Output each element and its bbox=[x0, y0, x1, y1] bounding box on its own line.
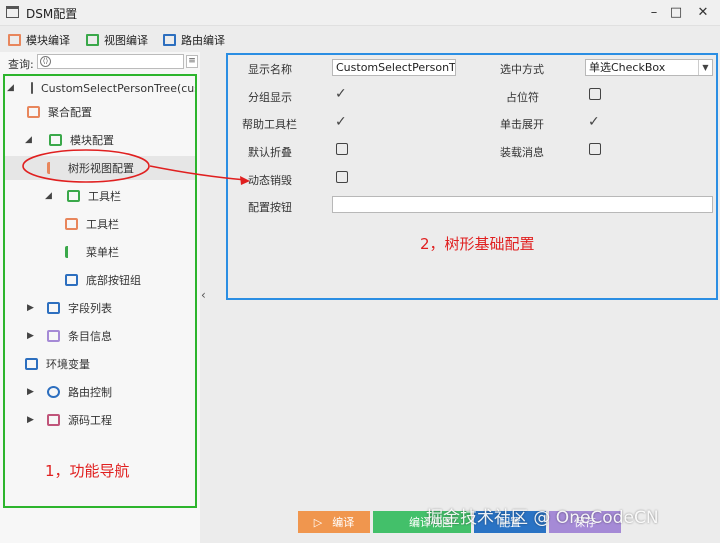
toolbar-icon bbox=[65, 218, 78, 230]
title-bar: DSM配置 – □ ✕ bbox=[0, 0, 720, 26]
view-compile-icon bbox=[86, 34, 99, 46]
close-button[interactable]: ✕ bbox=[692, 3, 714, 23]
tree-item-label: 源码工程 bbox=[68, 414, 112, 427]
navigation-tree: ◢ CustomSelectPersonTree(custom 聚合配置 ◢ 模… bbox=[3, 74, 197, 508]
view-compile-label: 视图编译 bbox=[104, 34, 148, 47]
search-label: 查询: bbox=[8, 58, 34, 71]
tree-item-source-project[interactable]: ▶ 源码工程 bbox=[5, 408, 195, 432]
nav-annotation-caption: 1，功能导航 bbox=[45, 462, 130, 480]
menubar-icon bbox=[65, 246, 78, 258]
collapse-arrow-icon[interactable]: ◢ bbox=[25, 135, 35, 145]
load-message-checkbox[interactable] bbox=[589, 143, 601, 155]
config-buttons-label: 配置按钮 bbox=[248, 201, 292, 214]
tree-item-tree-view-config[interactable]: 树形视图配置 bbox=[5, 156, 195, 180]
splitter-collapse-icon[interactable]: ‹ bbox=[201, 288, 206, 302]
expand-arrow-icon[interactable]: ▶ bbox=[27, 303, 37, 313]
expand-arrow-icon[interactable]: ▶ bbox=[27, 387, 37, 397]
navigation-panel: 查询: ⟨⟩ ≡ ◢ CustomSelectPersonTree(custom… bbox=[0, 52, 200, 543]
module-compile-label: 模块编译 bbox=[26, 34, 70, 47]
route-control-icon bbox=[47, 386, 60, 398]
tree-item-field-list[interactable]: ▶ 字段列表 bbox=[5, 296, 195, 320]
tree-item-label: 环境变量 bbox=[46, 358, 90, 371]
click-expand-checkbox[interactable]: ✓ bbox=[588, 115, 602, 129]
tree-item-module-config[interactable]: ◢ 模块配置 bbox=[5, 128, 195, 152]
entry-info-icon bbox=[47, 330, 60, 342]
group-display-checkbox[interactable]: ✓ bbox=[335, 87, 349, 101]
tree-item-root[interactable]: ◢ CustomSelectPersonTree(custom bbox=[5, 76, 195, 100]
tree-item-label: 字段列表 bbox=[68, 302, 112, 315]
compile-label: 编译 bbox=[332, 516, 355, 529]
tree-item-menubar[interactable]: 菜单栏 bbox=[5, 240, 195, 264]
module-compile-button[interactable]: 模块编译 bbox=[8, 32, 70, 48]
aggregate-config-icon bbox=[27, 106, 40, 118]
route-compile-label: 路由编译 bbox=[181, 34, 225, 47]
placeholder-checkbox[interactable] bbox=[589, 88, 601, 100]
source-project-icon bbox=[47, 414, 60, 426]
expand-arrow-icon[interactable]: ▶ bbox=[27, 331, 37, 341]
selection-mode-select[interactable]: 单选CheckBox ▼ bbox=[585, 59, 713, 76]
search-input[interactable]: ⟨⟩ bbox=[37, 54, 184, 69]
default-collapse-checkbox[interactable] bbox=[336, 143, 348, 155]
env-vars-icon bbox=[25, 358, 38, 370]
window-title: DSM配置 bbox=[26, 7, 78, 21]
display-name-input[interactable]: CustomSelectPersonTree bbox=[332, 59, 456, 76]
module-compile-icon bbox=[8, 34, 21, 46]
bottom-buttons-icon bbox=[65, 274, 78, 286]
chevron-down-icon: ▼ bbox=[698, 60, 712, 75]
minimize-button[interactable]: – bbox=[643, 3, 665, 23]
watermark: 掘金技术社区 @ OneCodeCN bbox=[426, 508, 659, 528]
tree-item-entry-info[interactable]: ▶ 条目信息 bbox=[5, 324, 195, 348]
tree-item-label: 聚合配置 bbox=[48, 106, 92, 119]
config-buttons-input[interactable] bbox=[332, 196, 713, 213]
tree-item-toolbar[interactable]: 工具栏 bbox=[5, 212, 195, 236]
search-row: 查询: ⟨⟩ ≡ bbox=[0, 52, 200, 72]
tree-item-route-control[interactable]: ▶ 路由控制 bbox=[5, 380, 195, 404]
tree-item-label: CustomSelectPersonTree(custom bbox=[41, 81, 195, 95]
tree-config-panel: 显示名称 CustomSelectPersonTree 选中方式 单选Check… bbox=[226, 53, 718, 300]
tree-item-label: 菜单栏 bbox=[86, 246, 119, 259]
tree-item-label: 工具栏 bbox=[88, 190, 121, 203]
tree-item-env-vars[interactable]: 环境变量 bbox=[5, 352, 195, 376]
collapse-arrow-icon[interactable]: ◢ bbox=[45, 191, 55, 201]
group-display-label: 分组显示 bbox=[248, 91, 292, 104]
collapse-arrow-icon[interactable]: ◢ bbox=[7, 83, 17, 93]
tree-item-label: 工具栏 bbox=[86, 218, 119, 231]
field-list-icon bbox=[47, 302, 60, 314]
play-icon: ▷ bbox=[313, 515, 323, 529]
view-compile-button[interactable]: 视图编译 bbox=[86, 32, 148, 48]
load-message-label: 装载消息 bbox=[500, 146, 544, 159]
selection-mode-value: 单选CheckBox bbox=[589, 61, 666, 74]
tree-item-toolbar-group[interactable]: ◢ 工具栏 bbox=[5, 184, 195, 208]
expand-arrow-icon[interactable]: ▶ bbox=[27, 415, 37, 425]
tree-view-config-icon bbox=[47, 162, 60, 174]
dynamic-destroy-checkbox[interactable] bbox=[336, 171, 348, 183]
tree-item-label: 底部按钮组 bbox=[86, 274, 141, 287]
maximize-button[interactable]: □ bbox=[665, 3, 687, 23]
config-annotation-caption: 2，树形基础配置 bbox=[420, 235, 535, 253]
window-icon bbox=[6, 6, 19, 18]
tree-item-label: 条目信息 bbox=[68, 330, 112, 343]
tree-item-aggregate-config[interactable]: 聚合配置 bbox=[5, 100, 195, 124]
module-config-icon bbox=[49, 134, 62, 146]
toolbar-group-icon bbox=[67, 190, 80, 202]
route-compile-icon bbox=[163, 34, 176, 46]
click-expand-label: 单击展开 bbox=[500, 118, 544, 131]
compile-button[interactable]: ▷ 编译 bbox=[298, 511, 370, 533]
toolbar: 模块编译 视图编译 路由编译 bbox=[0, 28, 720, 52]
selection-mode-label: 选中方式 bbox=[500, 63, 544, 76]
tree-item-label: 模块配置 bbox=[70, 134, 114, 147]
default-collapse-label: 默认折叠 bbox=[248, 146, 292, 159]
search-options-icon[interactable]: ≡ bbox=[186, 55, 198, 68]
placeholder-label: 占位符 bbox=[506, 91, 539, 104]
route-compile-button[interactable]: 路由编译 bbox=[163, 32, 225, 48]
tree-item-bottom-buttons[interactable]: 底部按钮组 bbox=[5, 268, 195, 292]
tree-item-label: 路由控制 bbox=[68, 386, 112, 399]
display-name-label: 显示名称 bbox=[248, 63, 292, 76]
help-toolbar-checkbox[interactable]: ✓ bbox=[335, 115, 349, 129]
tree-root-icon bbox=[31, 82, 33, 94]
dynamic-destroy-label: 动态销毁 bbox=[248, 174, 292, 187]
search-icon: ⟨⟩ bbox=[40, 56, 51, 67]
tree-item-label: 树形视图配置 bbox=[68, 162, 134, 175]
help-toolbar-label: 帮助工具栏 bbox=[242, 118, 297, 131]
